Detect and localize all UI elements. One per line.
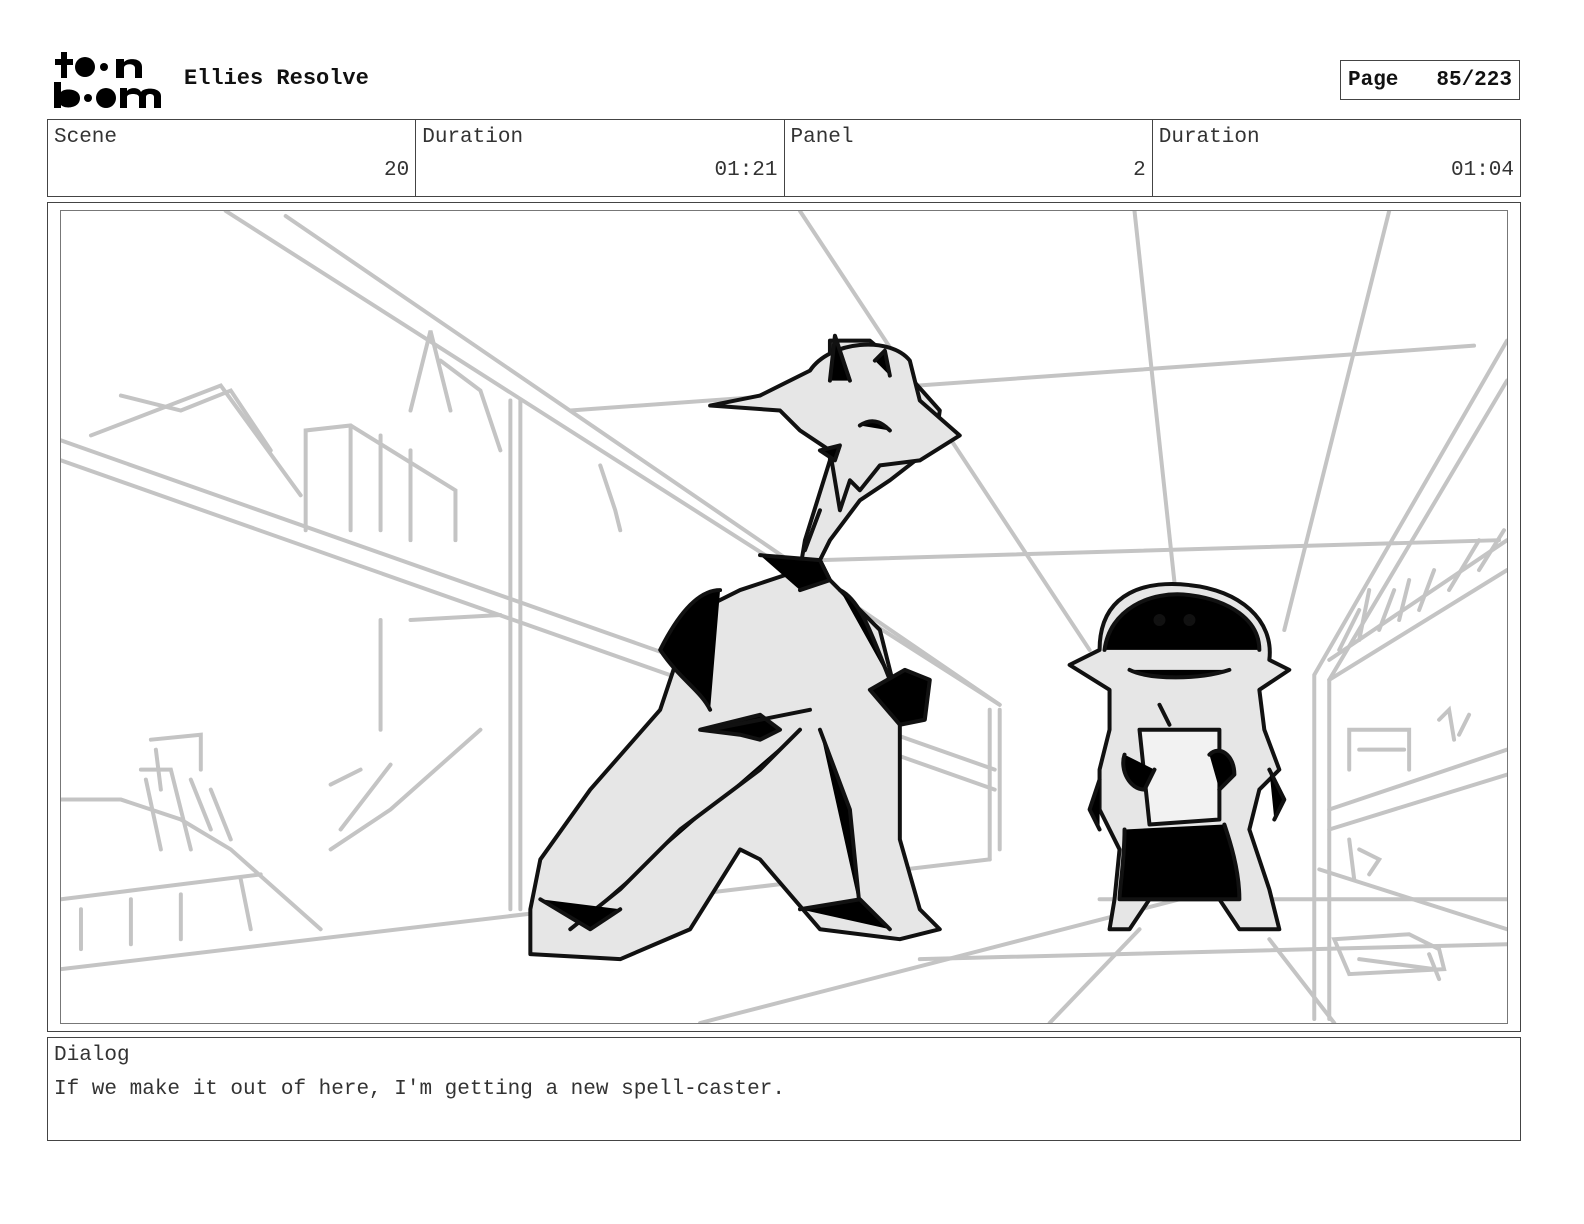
dialog-box: Dialog If we make it out of here, I'm ge…	[47, 1037, 1521, 1141]
panel-duration-value: 01:04	[1450, 159, 1514, 182]
project-title: Ellies Resolve	[184, 66, 369, 91]
panel-duration-label: Duration	[1158, 126, 1260, 149]
page-label: Page	[1348, 68, 1399, 92]
page-indicator: Page 85/223	[1340, 60, 1520, 100]
dialog-text: If we make it out of here, I'm getting a…	[54, 1078, 785, 1101]
scene-duration-label: Duration	[422, 126, 524, 149]
dialog-label: Dialog	[54, 1044, 130, 1067]
storyboard-panel	[47, 202, 1521, 1032]
round-character	[1067, 581, 1292, 932]
panel-cell: Panel 2	[785, 120, 1153, 196]
scene-duration-cell: Duration 01:21	[416, 120, 785, 196]
panel-info-row: Scene 20 Duration 01:21 Panel 2 Duration…	[47, 119, 1521, 197]
scene-value: 20	[384, 159, 410, 182]
scene-label: Scene	[54, 126, 118, 149]
scene-cell: Scene 20	[48, 120, 417, 196]
scene-duration-value: 01:21	[714, 159, 778, 182]
toon-boom-logo	[50, 50, 165, 112]
page-number: 85/223	[1436, 68, 1512, 92]
panel-label: Panel	[790, 126, 854, 149]
storyboard-drawing	[60, 210, 1508, 1024]
panel-duration-cell: Duration 01:04	[1153, 120, 1520, 196]
panel-value: 2	[1133, 159, 1146, 182]
